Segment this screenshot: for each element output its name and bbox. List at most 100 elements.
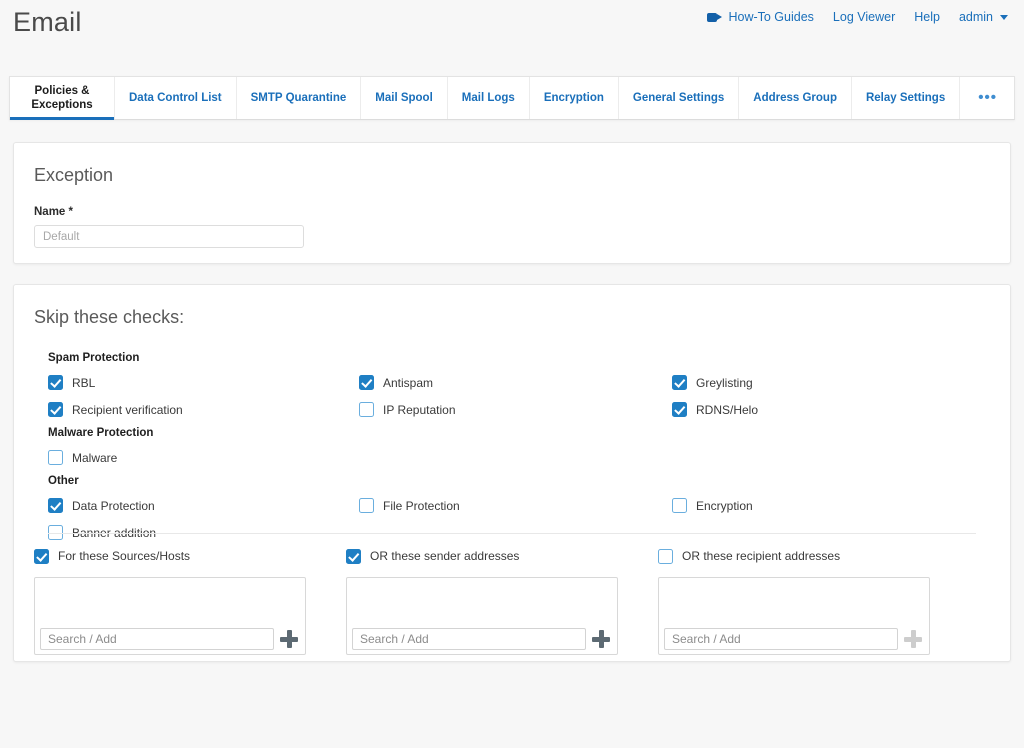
column-2-spacer-other xyxy=(359,471,460,492)
sender-addresses-add-button[interactable] xyxy=(590,628,612,650)
column-3-group-spacer xyxy=(672,348,758,369)
tab-overflow-menu-icon[interactable]: ••• xyxy=(960,77,1015,119)
checkbox-data-protection-label: Data Protection xyxy=(72,498,155,513)
group-heading-other: Other xyxy=(48,475,79,487)
check-row-file-protection[interactable]: File Protection xyxy=(359,492,460,519)
recipient-addresses-header[interactable]: OR these recipient addresses xyxy=(658,543,970,569)
sources-hosts-footer xyxy=(35,628,305,650)
checkbox-ip-reputation[interactable] xyxy=(359,402,374,417)
checkbox-antispam-label: Antispam xyxy=(383,375,434,390)
checkbox-ip-reputation-label: IP Reputation xyxy=(383,402,456,417)
check-row-ip-reputation[interactable]: IP Reputation xyxy=(359,396,460,423)
skip-checks-column-3: Greylisting RDNS/Helo Encryption xyxy=(672,348,758,519)
checkbox-encryption[interactable] xyxy=(672,498,687,513)
checkbox-recipient-verification[interactable] xyxy=(48,402,63,417)
checkbox-rbl[interactable] xyxy=(48,375,63,390)
checkbox-malware-label: Malware xyxy=(72,450,118,465)
help-label: Help xyxy=(914,10,940,24)
checkbox-rdns-helo-label: RDNS/Helo xyxy=(696,402,759,417)
skip-checks-grid: Spam Protection RBL Recipient verificati… xyxy=(34,348,990,540)
tab-mail-logs[interactable]: Mail Logs xyxy=(448,77,530,119)
group-heading-spam-protection: Spam Protection xyxy=(48,352,140,364)
check-row-encryption[interactable]: Encryption xyxy=(672,492,758,519)
checkbox-malware[interactable] xyxy=(48,450,63,465)
tab-bar: Policies & Exceptions Data Control List … xyxy=(9,76,1015,120)
tab-smtp-quarantine[interactable]: SMTP Quarantine xyxy=(237,77,362,119)
sources-hosts-search-input[interactable] xyxy=(40,628,274,650)
exception-panel-title: Exception xyxy=(34,165,114,185)
check-row-rbl[interactable]: RBL xyxy=(48,369,183,396)
how-to-guides-label: How-To Guides xyxy=(728,10,814,24)
group-heading-malware-protection: Malware Protection xyxy=(48,427,154,439)
checkbox-greylisting-label: Greylisting xyxy=(696,375,753,390)
column-2-group-spacer xyxy=(359,348,460,369)
checkbox-or-these-sender-addresses[interactable] xyxy=(346,548,361,564)
sources-section: For these Sources/Hosts OR these sender … xyxy=(34,543,990,655)
section-divider xyxy=(48,533,976,534)
tab-data-control-list[interactable]: Data Control List xyxy=(115,77,237,119)
checkbox-greylisting[interactable] xyxy=(672,375,687,390)
admin-label: admin xyxy=(958,10,993,24)
checkbox-for-these-sources-hosts[interactable] xyxy=(34,548,49,564)
column-2-spacer-malware xyxy=(359,423,460,444)
name-input[interactable] xyxy=(34,225,304,248)
tab-relay-settings[interactable]: Relay Settings xyxy=(852,77,961,119)
tab-mail-spool[interactable]: Mail Spool xyxy=(361,77,448,119)
sources-hosts-column: For these Sources/Hosts xyxy=(34,543,346,655)
sources-hosts-add-button[interactable] xyxy=(278,628,300,650)
checkbox-or-these-recipient-addresses[interactable] xyxy=(658,548,673,564)
checkbox-for-these-sources-hosts-label: For these Sources/Hosts xyxy=(58,549,191,563)
sender-addresses-column: OR these sender addresses xyxy=(346,543,658,655)
log-viewer-link[interactable]: Log Viewer xyxy=(833,10,895,24)
check-row-antispam[interactable]: Antispam xyxy=(359,369,460,396)
sources-hosts-header[interactable]: For these Sources/Hosts xyxy=(34,543,346,569)
check-row-data-protection[interactable]: Data Protection xyxy=(48,492,183,519)
admin-menu[interactable]: admin xyxy=(959,10,1008,24)
column-3-spacer-other xyxy=(672,471,758,492)
checkbox-antispam[interactable] xyxy=(359,375,374,390)
skip-checks-column-1: Spam Protection RBL Recipient verificati… xyxy=(48,348,183,546)
exception-panel: Exception Name * xyxy=(13,142,1011,264)
recipient-addresses-footer xyxy=(659,628,929,650)
header-links: How-To Guides Log Viewer Help admin xyxy=(707,10,1008,24)
checkbox-or-these-sender-addresses-label: OR these sender addresses xyxy=(370,549,520,563)
check-row-malware[interactable]: Malware xyxy=(48,444,183,471)
tab-address-group[interactable]: Address Group xyxy=(739,77,852,119)
sources-hosts-listbox[interactable] xyxy=(34,577,306,655)
recipient-addresses-add-button xyxy=(902,628,924,650)
checkbox-or-these-recipient-addresses-label: OR these recipient addresses xyxy=(682,549,841,563)
chevron-down-icon xyxy=(1000,14,1008,20)
tab-policies-exceptions[interactable]: Policies & Exceptions xyxy=(10,77,115,120)
tab-general-settings[interactable]: General Settings xyxy=(619,77,740,119)
checkbox-file-protection[interactable] xyxy=(359,498,374,513)
name-field-label: Name * xyxy=(34,206,73,218)
sender-addresses-listbox[interactable] xyxy=(346,577,618,655)
sources-hosts-list xyxy=(35,578,305,628)
checkbox-data-protection[interactable] xyxy=(48,498,63,513)
sender-addresses-search-input[interactable] xyxy=(352,628,586,650)
check-row-greylisting[interactable]: Greylisting xyxy=(672,369,758,396)
sender-addresses-header[interactable]: OR these sender addresses xyxy=(346,543,658,569)
checkbox-file-protection-label: File Protection xyxy=(383,498,460,513)
how-to-guides-link[interactable]: How-To Guides xyxy=(707,10,814,24)
checkbox-rdns-helo[interactable] xyxy=(672,402,687,417)
recipient-addresses-listbox[interactable] xyxy=(658,577,930,655)
video-camera-icon xyxy=(707,12,722,23)
tab-encryption[interactable]: Encryption xyxy=(530,77,619,119)
recipient-addresses-column: OR these recipient addresses xyxy=(658,543,970,655)
skip-checks-title: Skip these checks: xyxy=(34,307,185,327)
skip-checks-panel: Skip these checks: Spam Protection RBL R… xyxy=(13,284,1011,662)
column-3-spacer-malware xyxy=(672,423,758,444)
skip-checks-column-2: Antispam IP Reputation File Protection xyxy=(359,348,460,519)
check-row-recipient-verification[interactable]: Recipient verification xyxy=(48,396,183,423)
page-title: Email xyxy=(13,7,82,37)
help-link[interactable]: Help xyxy=(914,10,940,24)
checkbox-rbl-label: RBL xyxy=(72,375,96,390)
checkbox-encryption-label: Encryption xyxy=(696,498,753,513)
recipient-addresses-list xyxy=(659,578,929,628)
check-row-rdns-helo[interactable]: RDNS/Helo xyxy=(672,396,758,423)
sender-addresses-footer xyxy=(347,628,617,650)
recipient-addresses-search-input[interactable] xyxy=(664,628,898,650)
checkbox-recipient-verification-label: Recipient verification xyxy=(72,402,183,417)
top-header: Email How-To Guides Log Viewer Help admi… xyxy=(0,0,1024,76)
